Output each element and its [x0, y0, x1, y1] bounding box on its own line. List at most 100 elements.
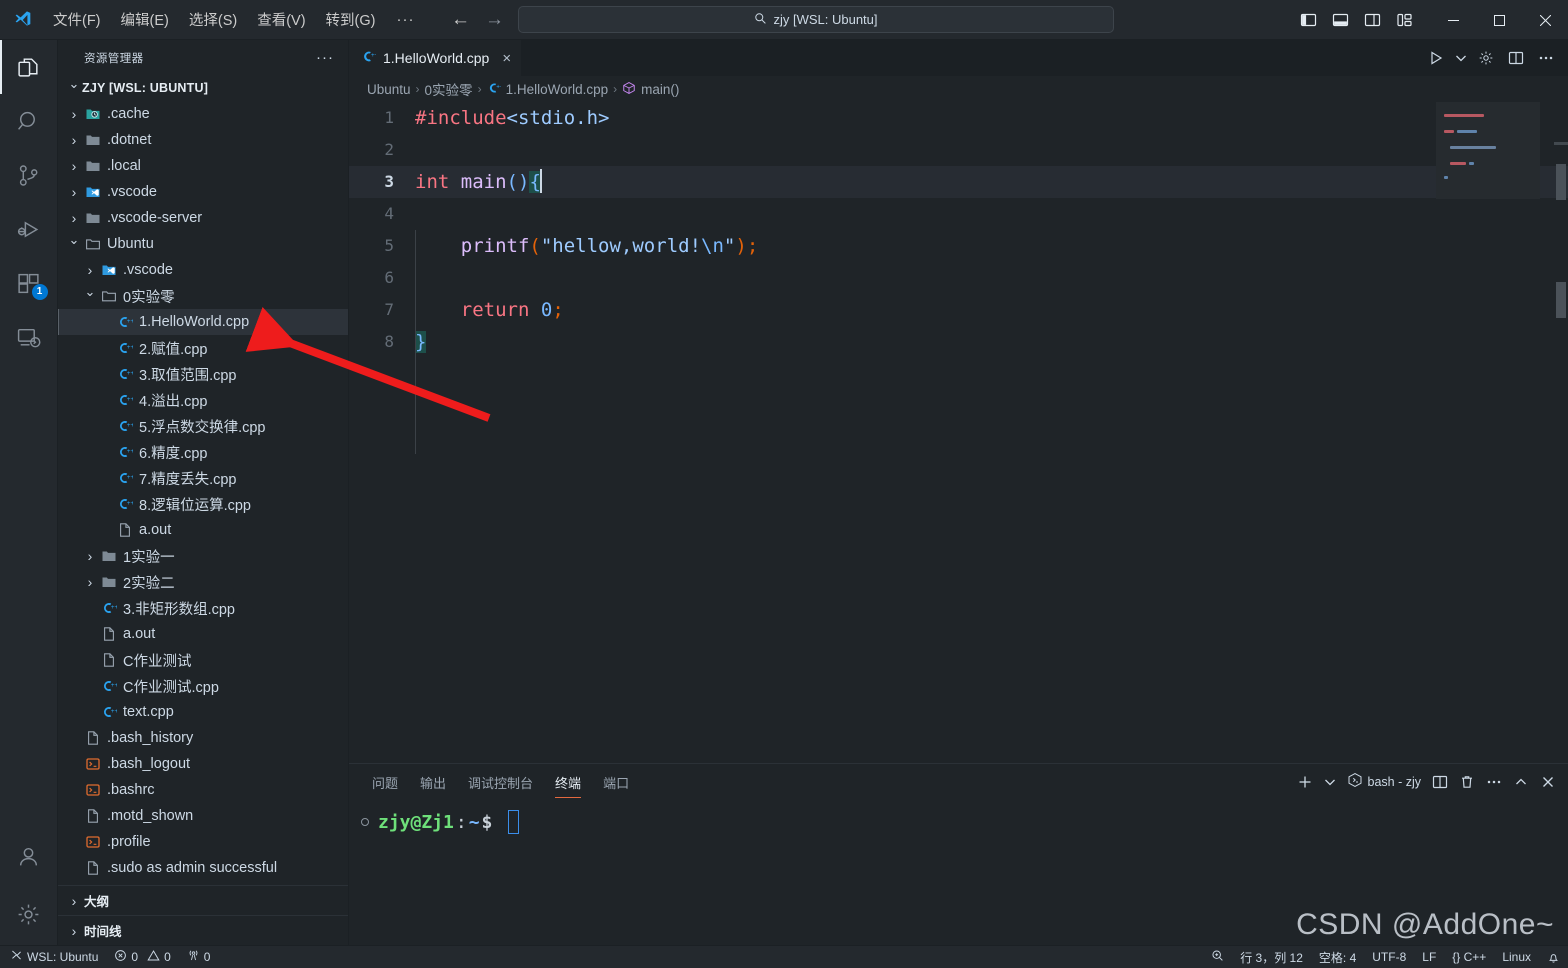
code-line[interactable]: 5 printf("hellow,world!\n"); — [349, 230, 1568, 262]
tree-item[interactable]: ++ 2.赋值.cpp — [58, 335, 348, 361]
breadcrumb-item-ubuntu[interactable]: Ubuntu — [367, 82, 411, 97]
code-line-current[interactable]: 3 int main(){ — [349, 166, 1568, 198]
tree-item[interactable]: .bash_logout — [58, 751, 348, 777]
tree-item[interactable]: .motd_shown — [58, 803, 348, 829]
activity-remote-explorer[interactable] — [0, 310, 58, 364]
tree-item[interactable]: .bash_history — [58, 725, 348, 751]
new-terminal-plus-icon[interactable] — [1293, 769, 1317, 795]
code-line[interactable]: 7 return 0; — [349, 294, 1568, 326]
status-remote-indicator[interactable]: WSL: Ubuntu — [0, 945, 107, 968]
tree-item[interactable]: ++ 8.逻辑位运算.cpp — [58, 491, 348, 517]
split-editor-icon[interactable] — [1502, 44, 1530, 72]
menu-go[interactable]: 转到(G) — [317, 5, 385, 34]
status-ports[interactable]: 0 — [179, 946, 219, 968]
tree-item[interactable]: ++ 6.精度.cpp — [58, 439, 348, 465]
timeline-section[interactable]: 时间线 — [58, 915, 348, 945]
back-arrow-icon[interactable]: ← — [446, 10, 474, 29]
tree-item[interactable]: .vscode — [58, 179, 348, 205]
chevron-right-icon[interactable] — [66, 184, 82, 200]
status-encoding[interactable]: UTF-8 — [1364, 946, 1414, 968]
status-zoom-icon[interactable] — [1203, 946, 1232, 968]
tree-item[interactable]: ++ 4.溢出.cpp — [58, 387, 348, 413]
status-indentation[interactable]: 空格: 4 — [1311, 946, 1364, 968]
kill-terminal-trash-icon[interactable] — [1455, 769, 1479, 795]
menu-view[interactable]: 查看(V) — [248, 5, 314, 34]
status-platform[interactable]: Linux — [1494, 946, 1539, 968]
panel-tab-terminal[interactable]: 终端 — [546, 766, 590, 798]
tree-item[interactable]: ++ 5.浮点数交换律.cpp — [58, 413, 348, 439]
outline-section[interactable]: 大纲 — [58, 885, 348, 915]
tree-item[interactable]: ++ C作业测试.cpp — [58, 673, 348, 699]
panel-more-actions-icon[interactable] — [1482, 769, 1506, 795]
scrollbar-thumb[interactable] — [1556, 164, 1566, 200]
file-tree[interactable]: .cache .dotnet .local .vscode .vscode-server… — [58, 101, 348, 885]
activity-run-and-debug[interactable] — [0, 202, 58, 256]
toggle-secondary-sidebar-icon[interactable] — [1356, 5, 1388, 35]
chevron-down-icon[interactable] — [66, 80, 82, 96]
tree-item[interactable]: .vscode-server — [58, 205, 348, 231]
terminal-body[interactable]: zjy@Zj1 : ~ $ — [349, 800, 1568, 945]
toggle-panel-icon[interactable] — [1324, 5, 1356, 35]
editor-scrollbar[interactable] — [1554, 102, 1568, 763]
tree-item[interactable]: a.out — [58, 621, 348, 647]
close-icon[interactable] — [1522, 0, 1568, 40]
panel-tab-problems[interactable]: 问题 — [363, 766, 407, 798]
run-icon[interactable] — [1422, 44, 1450, 72]
menu-more-icon[interactable]: ··· — [386, 7, 424, 32]
command-center-search[interactable]: zjy [WSL: Ubuntu] — [518, 6, 1114, 33]
menu-file[interactable]: 文件(F) — [44, 5, 110, 34]
chevron-right-icon[interactable] — [66, 132, 82, 148]
tree-item[interactable]: .local — [58, 153, 348, 179]
panel-tab-ports[interactable]: 端口 — [594, 766, 638, 798]
tab-1-helloworld-cpp[interactable]: ++ 1.HelloWorld.cpp × — [349, 40, 523, 76]
breadcrumb-item-file[interactable]: ++ 1.HelloWorld.cpp — [487, 81, 608, 98]
panel-tab-debug-console[interactable]: 调试控制台 — [459, 766, 542, 798]
code-editor[interactable]: 1 #include<stdio.h> 2 3 int main(){4 5 printf… — [349, 102, 1568, 763]
chevron-right-icon[interactable] — [66, 106, 82, 122]
split-terminal-icon[interactable] — [1428, 769, 1452, 795]
tree-item[interactable]: .dotnet — [58, 127, 348, 153]
code-lines[interactable]: 1 #include<stdio.h> 2 3 int main(){4 5 printf… — [349, 102, 1568, 763]
menu-edit[interactable]: 编辑(E) — [112, 5, 178, 34]
activity-accounts[interactable] — [0, 829, 58, 883]
minimap-slider[interactable] — [1436, 102, 1540, 199]
code-line[interactable]: 8} — [349, 326, 1568, 358]
minimize-icon[interactable] — [1430, 0, 1476, 40]
editor-gear-icon[interactable] — [1472, 44, 1500, 72]
status-notifications-bell-icon[interactable] — [1539, 946, 1568, 968]
customize-layout-icon[interactable] — [1388, 5, 1420, 35]
tree-item[interactable]: .cache — [58, 101, 348, 127]
tree-item[interactable]: .profile — [58, 829, 348, 855]
chevron-right-icon[interactable] — [66, 923, 82, 939]
status-eol[interactable]: LF — [1414, 946, 1444, 968]
chevron-down-icon[interactable] — [82, 288, 98, 304]
maximize-icon[interactable] — [1476, 0, 1522, 40]
toggle-primary-sidebar-icon[interactable] — [1292, 5, 1324, 35]
tree-item[interactable]: 0实验零 — [58, 283, 348, 309]
activity-extensions[interactable]: 1 — [0, 256, 58, 310]
chevron-down-icon[interactable] — [66, 236, 82, 252]
maximize-panel-chevron-up-icon[interactable] — [1509, 769, 1533, 795]
code-line[interactable]: 6 — [349, 262, 1568, 294]
activity-search[interactable] — [0, 94, 58, 148]
code-line[interactable]: 1 #include<stdio.h> — [349, 102, 1568, 134]
chevron-right-icon[interactable] — [82, 548, 98, 564]
code-line[interactable]: 2 — [349, 134, 1568, 166]
terminal-shell-item[interactable]: bash - zjy — [1343, 769, 1426, 795]
status-problems[interactable]: 0 0 — [106, 946, 178, 968]
tree-item[interactable]: C作业测试 — [58, 647, 348, 673]
tree-item[interactable]: .sudo as admin successful — [58, 855, 348, 881]
chevron-right-icon[interactable] — [66, 893, 82, 909]
breadcrumb-item-symbol[interactable]: main() — [622, 81, 679, 98]
tree-item[interactable]: ++ 7.精度丢失.cpp — [58, 465, 348, 491]
editor-more-actions-icon[interactable] — [1532, 44, 1560, 72]
panel-tab-output[interactable]: 输出 — [411, 766, 455, 798]
activity-source-control[interactable] — [0, 148, 58, 202]
chevron-right-icon[interactable] — [82, 574, 98, 590]
run-chevron-down-icon[interactable] — [1452, 44, 1470, 72]
tab-close-icon[interactable]: × — [502, 50, 511, 67]
activity-settings-gear-icon[interactable] — [0, 883, 58, 945]
tree-item[interactable]: Ubuntu — [58, 231, 348, 257]
forward-arrow-icon[interactable]: → — [480, 10, 508, 29]
status-language-mode[interactable]: {} C++ — [1444, 946, 1494, 968]
